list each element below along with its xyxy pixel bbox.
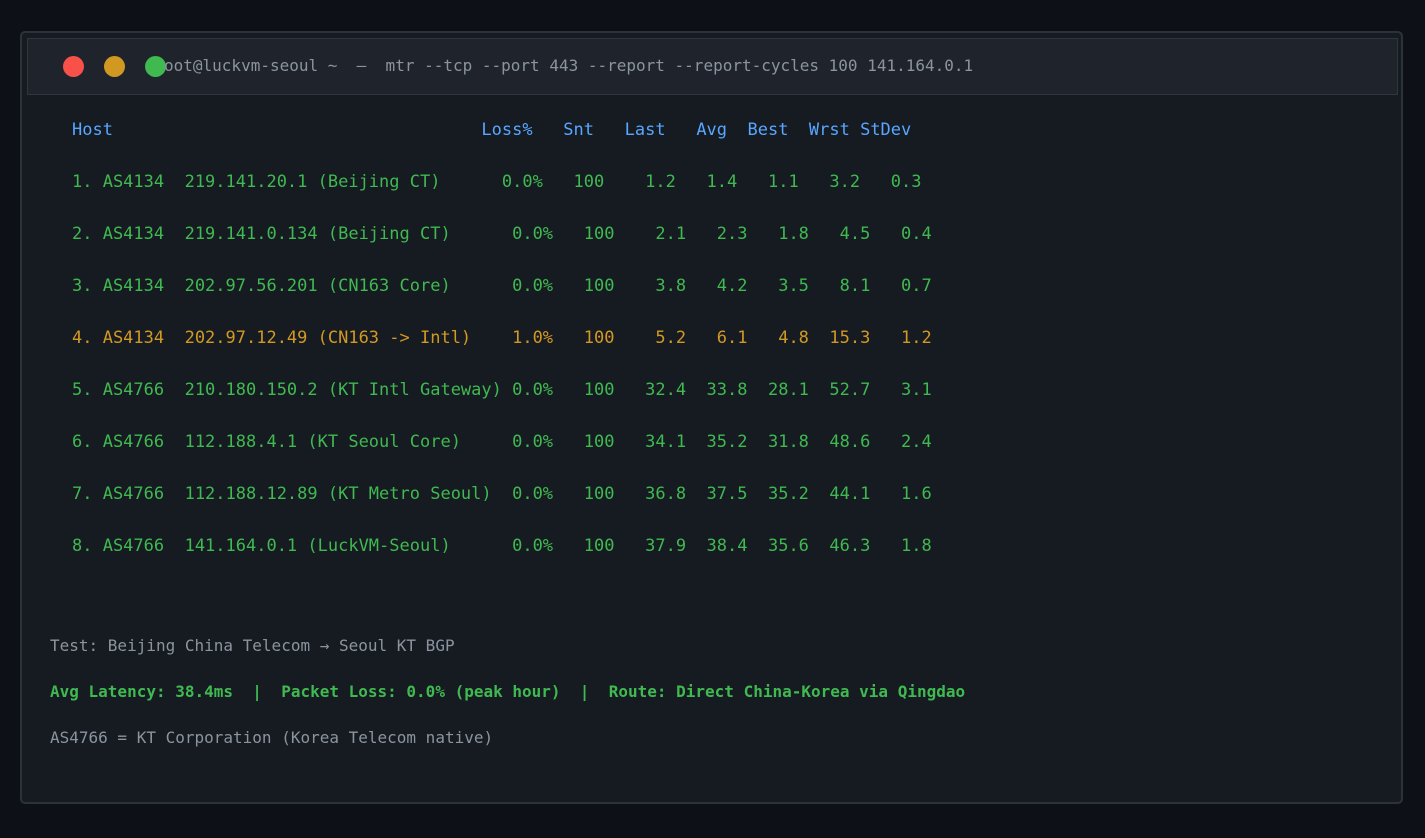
- close-button[interactable]: [63, 56, 84, 77]
- window-title: oot@luckvm-seoul ~ — mtr --tcp --port 44…: [164, 56, 974, 75]
- hop-row-6: 6. AS4766 112.188.4.1 (KT Seoul Core) 0.…: [72, 432, 932, 452]
- hop-row-8: 8. AS4766 141.164.0.1 (LuckVM-Seoul) 0.0…: [72, 536, 932, 556]
- asn-note: AS4766 = KT Corporation (Korea Telecom n…: [50, 728, 494, 747]
- maximize-button[interactable]: [145, 56, 166, 77]
- hop-row-1: 1. AS4134 219.141.20.1 (Beijing CT) 0.0%…: [72, 172, 922, 192]
- report-header: Host Loss% Snt Last Avg Best Wrst StDev: [72, 120, 912, 140]
- terminal-titlebar: oot@luckvm-seoul ~ — mtr --tcp --port 44…: [27, 38, 1398, 95]
- hop-row-4: 4. AS4134 202.97.12.49 (CN163 -> Intl) 1…: [72, 328, 932, 348]
- hop-row-2: 2. AS4134 219.141.0.134 (Beijing CT) 0.0…: [72, 224, 932, 244]
- terminal-window: oot@luckvm-seoul ~ — mtr --tcp --port 44…: [20, 31, 1403, 804]
- hop-row-3: 3. AS4134 202.97.56.201 (CN163 Core) 0.0…: [72, 276, 932, 296]
- hop-row-7: 7. AS4766 112.188.12.89 (KT Metro Seoul)…: [72, 484, 932, 504]
- summary-line: Avg Latency: 38.4ms | Packet Loss: 0.0% …: [50, 682, 966, 701]
- test-description: Test: Beijing China Telecom → Seoul KT B…: [50, 636, 455, 655]
- hop-row-5: 5. AS4766 210.180.150.2 (KT Intl Gateway…: [72, 380, 932, 400]
- minimize-button[interactable]: [104, 56, 125, 77]
